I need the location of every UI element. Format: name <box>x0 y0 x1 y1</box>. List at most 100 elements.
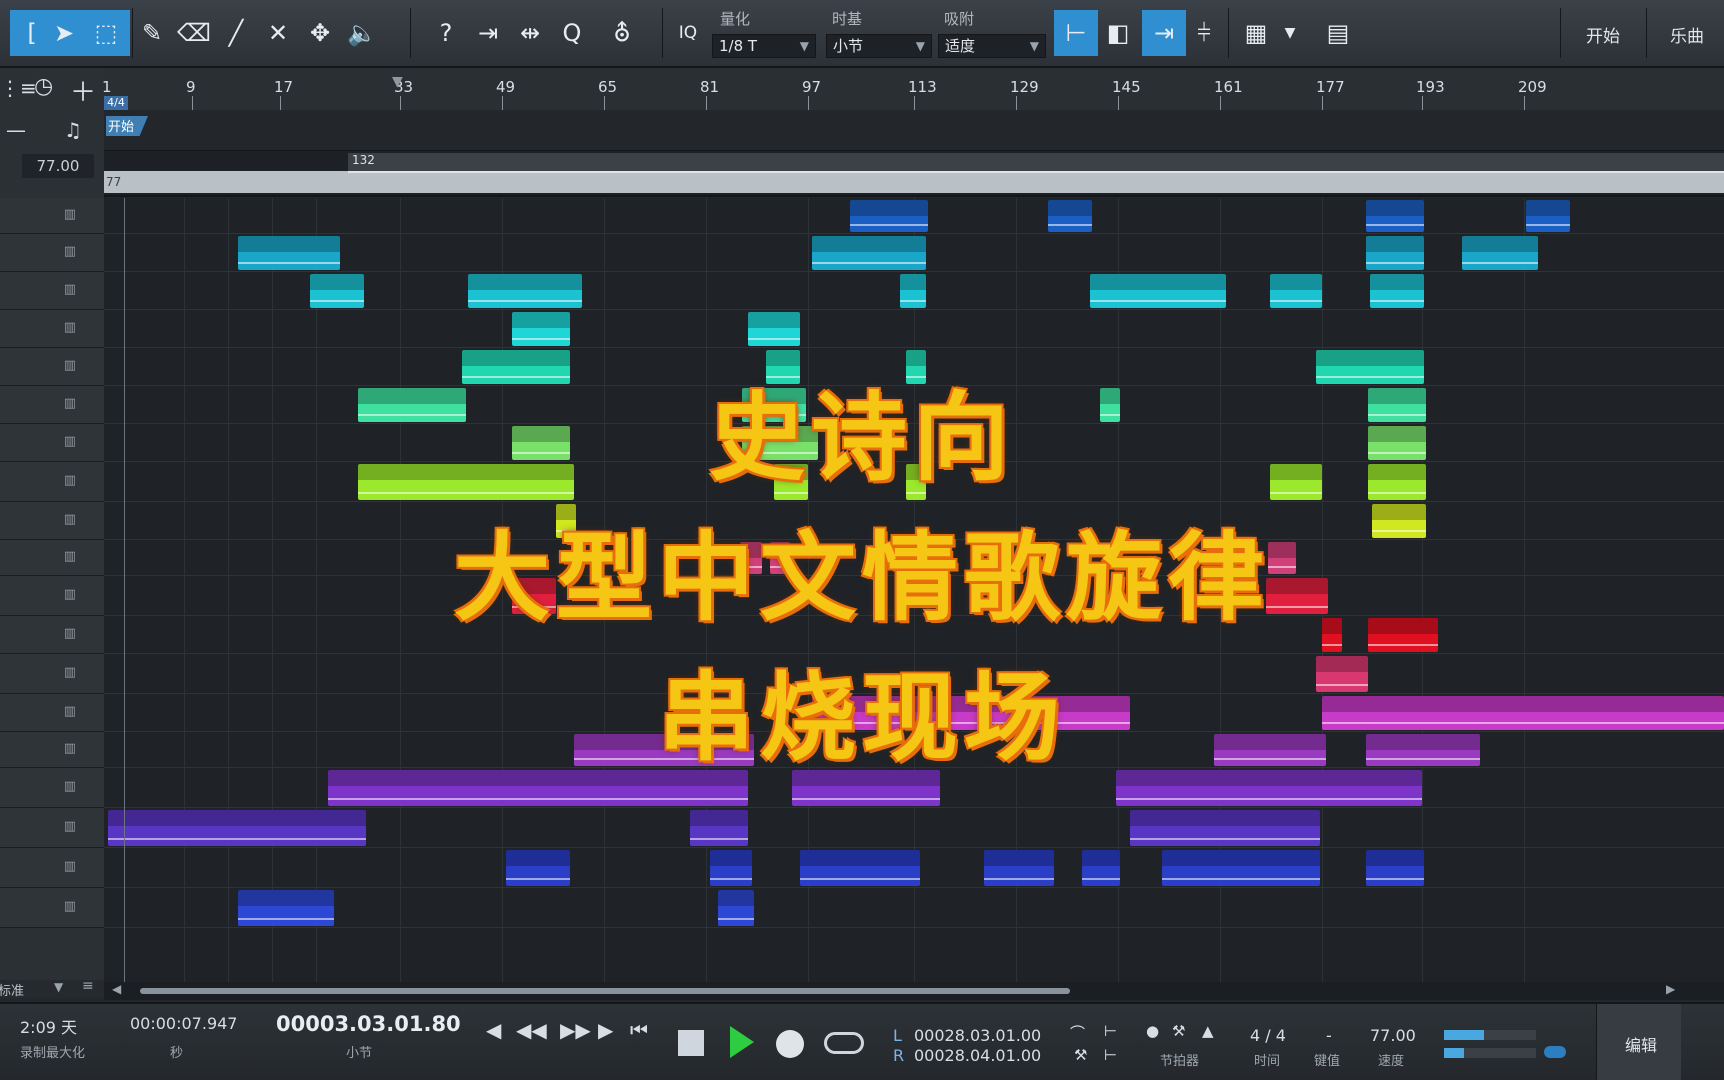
tempo-value-field[interactable]: 77.00 <box>22 154 94 178</box>
grid-options-icon[interactable]: ▦ <box>1238 10 1274 56</box>
eraser-tool-icon[interactable]: ⌫ <box>176 10 212 56</box>
range-bracket-icon[interactable]: [ <box>14 10 50 56</box>
event-clip[interactable]: 圆号 <box>310 274 364 308</box>
bounce-icon[interactable]: ⇹ <box>512 10 548 56</box>
skip-to-start-icon[interactable]: ⏮ <box>630 1018 648 1042</box>
track-header[interactable]: ▥ <box>0 234 104 272</box>
list-menu-icon[interactable]: ≡ <box>82 978 94 994</box>
strip-silence-icon[interactable]: ⇥ <box>470 10 506 56</box>
quantize-select[interactable]: 1/8 T ▼ <box>712 34 816 58</box>
autoscroll-icon[interactable]: ⇥ <box>1142 10 1186 56</box>
event-clip[interactable]: 弦乐软长音 <box>1130 810 1320 846</box>
pencil-tool-icon[interactable]: ✎ <box>134 10 170 56</box>
scroll-left-icon[interactable]: ◀ <box>112 982 121 996</box>
event-clip[interactable]: 圆号 <box>468 274 582 308</box>
return-to-zero-icon[interactable]: ◀ <box>486 1018 501 1042</box>
tab-start[interactable]: 开始 <box>1586 22 1620 47</box>
paint-tool-icon[interactable]: ╱ <box>218 10 254 56</box>
horizontal-scrollbar[interactable]: ◀ ▶ <box>104 982 1724 1000</box>
event-clip[interactable]: 黑管 <box>1462 236 1538 270</box>
performance-toggle[interactable] <box>1544 1046 1566 1058</box>
quantize-icon[interactable]: Q <box>554 10 590 56</box>
edit-button[interactable]: 编辑 <box>1596 1004 1681 1080</box>
loop-right-value[interactable]: 00028.04.01.00 <box>914 1046 1041 1065</box>
split-tool-icon[interactable]: ✥ <box>302 10 338 56</box>
track-header[interactable]: ▥ <box>0 808 104 848</box>
event-clip[interactable]: strings soft <box>108 810 366 846</box>
mute-tool-icon[interactable]: ✕ <box>260 10 296 56</box>
event-clip[interactable]: 弦乐震 <box>718 890 754 926</box>
event-clip[interactable]: 长笛 <box>1526 200 1570 232</box>
play-button[interactable] <box>730 1026 754 1058</box>
snap-to-grid-icon[interactable]: ⊢ <box>1054 10 1098 56</box>
event-clip[interactable]: 黑管 <box>238 236 340 270</box>
event-clip[interactable]: 圆号 <box>900 274 926 308</box>
range-tool-icon[interactable]: ⬚ <box>88 10 124 56</box>
fast-forward-icon[interactable]: ▶▶ <box>560 1018 591 1042</box>
track-header[interactable]: ▥ <box>0 888 104 928</box>
event-clip[interactable]: 长笛 <box>1366 200 1424 232</box>
event-clip[interactable]: 弦乐软长 <box>690 810 748 846</box>
help-icon[interactable]: ? <box>428 10 464 56</box>
scroll-right-icon[interactable]: ▶ <box>1666 982 1675 996</box>
precount-icon[interactable]: ⌒ <box>1070 1022 1085 1043</box>
event-clip[interactable]: 弦乐震音 <box>238 890 334 926</box>
event-clip[interactable]: 中提琴 <box>800 850 920 886</box>
time-signature-value[interactable]: 4 / 4 <box>1250 1026 1286 1045</box>
tools-icon[interactable]: ⚒ <box>1074 1046 1087 1064</box>
chevron-down-icon[interactable]: ▼ <box>1272 10 1308 56</box>
event-clip[interactable]: 长笛 <box>850 200 928 232</box>
track-header[interactable]: ▥ <box>0 310 104 348</box>
metronome-dot-icon[interactable]: ● <box>1146 1022 1159 1040</box>
timebase-select[interactable]: 小节 ▼ <box>826 34 932 58</box>
timestretch-icon[interactable]: ⛢ <box>604 10 640 56</box>
forward-end-icon[interactable]: ▶ <box>598 1018 613 1042</box>
collapse-icon[interactable]: — <box>6 118 26 142</box>
rewind-icon[interactable]: ◀◀ <box>516 1018 547 1042</box>
key-value[interactable]: - <box>1326 1026 1332 1045</box>
event-clip[interactable]: 中提琴 <box>710 850 752 886</box>
wrench-icon[interactable]: ⚒ <box>1172 1022 1185 1040</box>
event-clip[interactable]: 圆号acc <box>512 312 570 346</box>
loop-left-value[interactable]: 00028.03.01.00 <box>914 1026 1041 1045</box>
tempo-display[interactable]: 77.00 <box>1370 1026 1416 1045</box>
video-icon[interactable]: ▤ <box>1320 10 1356 56</box>
tab-song[interactable]: 乐曲 <box>1670 22 1704 47</box>
snap-select[interactable]: 适度 ▼ <box>938 34 1046 58</box>
event-clip[interactable]: 圆号 <box>1270 274 1322 308</box>
follow-icon[interactable]: ⫩ <box>1186 10 1222 56</box>
stop-button[interactable] <box>678 1030 704 1056</box>
track-list-icon[interactable]: ⋮≡ <box>0 76 37 100</box>
event-clip[interactable]: 黑管 <box>812 236 926 270</box>
snap-event-icon[interactable]: ◧ <box>1100 10 1136 56</box>
start-marker[interactable]: 开始 <box>106 116 148 136</box>
loop-button[interactable] <box>824 1032 864 1054</box>
track-header[interactable]: ▥ <box>0 198 104 234</box>
iq-button[interactable]: IQ <box>670 10 706 56</box>
timeline-ruler[interactable]: 1 9 17 33 49 65 81 97 113 129 145 161 177 193 209 <box>102 68 1724 111</box>
scrollbar-thumb[interactable] <box>140 988 1070 994</box>
tempo-lane[interactable] <box>104 171 1724 193</box>
add-track-icon[interactable]: ＋ <box>70 72 96 109</box>
arrow-tool-icon[interactable]: ➤ <box>46 10 82 56</box>
record-button[interactable] <box>776 1030 804 1058</box>
track-header[interactable]: ▥ <box>0 272 104 310</box>
event-clip[interactable]: 长笛 <box>1048 200 1092 232</box>
playhead-marker-icon[interactable]: ▼ <box>392 74 403 90</box>
event-clip[interactable]: 中提琴 <box>506 850 570 886</box>
event-clip[interactable]: 中提琴 <box>1366 850 1424 886</box>
track-header[interactable]: ▥ <box>0 848 104 888</box>
chevron-down-icon[interactable]: ▼ <box>54 980 63 994</box>
event-clip[interactable]: 圆号 <box>1090 274 1226 308</box>
metronome-icon[interactable]: ▲ <box>1202 1022 1214 1040</box>
listen-tool-icon[interactable]: 🔈 <box>344 10 380 56</box>
event-clip[interactable]: 黑管 <box>1366 236 1424 270</box>
event-clip[interactable]: 圆号 <box>1370 274 1424 308</box>
event-clip[interactable]: 中提琴 <box>1162 850 1320 886</box>
event-clip[interactable]: 圆号acc <box>748 312 800 346</box>
punch-icon[interactable]: ⊢ <box>1104 1022 1117 1040</box>
event-clip[interactable]: 中提琴 <box>984 850 1054 886</box>
clock-icon[interactable]: ◷ <box>34 74 53 99</box>
event-clip[interactable]: 中提 <box>1082 850 1120 886</box>
punch-range-icon[interactable]: ⊢ <box>1104 1046 1117 1064</box>
